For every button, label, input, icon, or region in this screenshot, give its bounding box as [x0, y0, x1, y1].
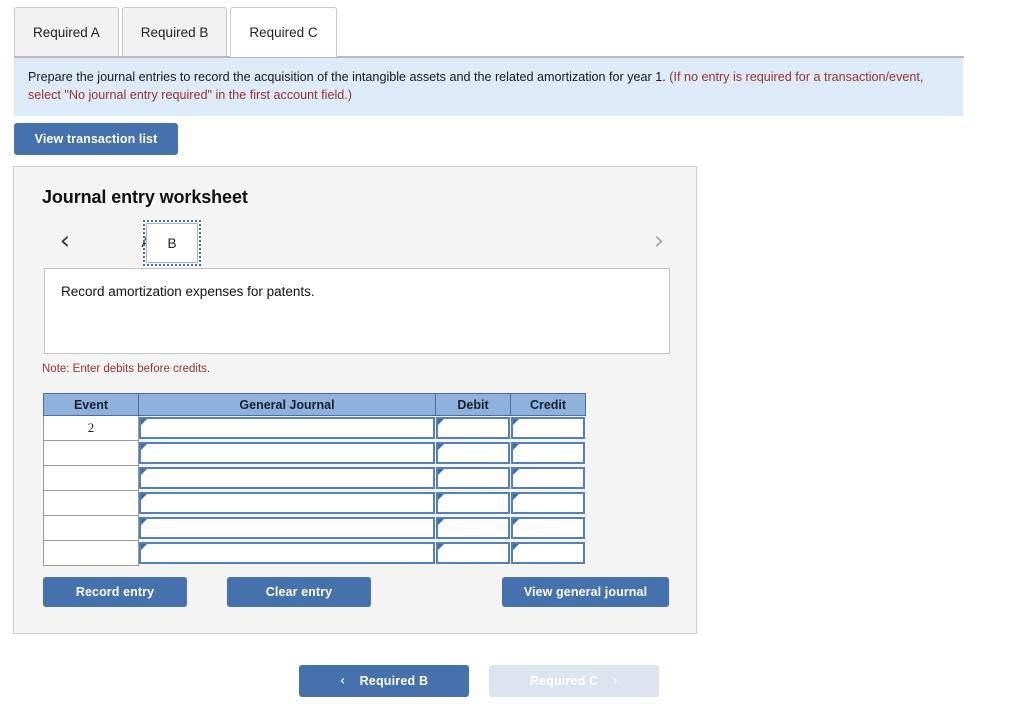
general-journal-cell[interactable]	[139, 491, 436, 516]
event-cell	[43, 440, 139, 466]
column-header-event: Event	[43, 393, 139, 416]
debit-input[interactable]	[436, 467, 510, 489]
view-general-journal-button[interactable]: View general journal	[502, 577, 669, 607]
worksheet-pager: ‹ A B ›	[42, 220, 674, 267]
instructions-main-text: Prepare the journal entries to record th…	[28, 70, 666, 84]
general-journal-select[interactable]	[139, 417, 435, 439]
journal-entry-worksheet-panel: Journal entry worksheet ‹ A B › Record a…	[13, 166, 697, 634]
event-cell	[43, 465, 139, 491]
debit-cell[interactable]	[436, 491, 511, 516]
debit-input[interactable]	[436, 542, 510, 564]
table-row	[43, 440, 586, 466]
credit-input[interactable]	[511, 542, 585, 564]
debit-input[interactable]	[436, 442, 510, 464]
credit-input[interactable]	[511, 417, 585, 439]
nav-next-required-c-button: Required C ›	[489, 665, 659, 697]
table-row	[43, 540, 586, 566]
debit-input[interactable]	[436, 517, 510, 539]
credit-cell[interactable]	[511, 441, 586, 466]
view-transaction-list-button[interactable]: View transaction list	[14, 123, 178, 155]
credit-cell[interactable]	[511, 541, 586, 566]
tab-required-a[interactable]: Required A	[14, 7, 119, 57]
general-journal-cell[interactable]	[139, 466, 436, 491]
table-header-row: Event General Journal Debit Credit	[43, 393, 586, 416]
pager-item-b[interactable]: B	[143, 220, 201, 266]
tab-required-b[interactable]: Required B	[121, 7, 228, 57]
table-row	[43, 465, 586, 491]
column-header-debit: Debit	[435, 393, 511, 416]
general-journal-cell[interactable]	[139, 541, 436, 566]
debit-input[interactable]	[436, 417, 510, 439]
column-header-credit: Credit	[510, 393, 586, 416]
clear-entry-button[interactable]: Clear entry	[227, 577, 371, 607]
general-journal-select[interactable]	[139, 442, 435, 464]
credit-cell[interactable]	[511, 491, 586, 516]
credit-input[interactable]	[511, 517, 585, 539]
entry-description-box: Record amortization expenses for patents…	[44, 268, 670, 354]
nav-previous-required-b-button[interactable]: ‹ Required B	[299, 665, 469, 697]
debit-cell[interactable]	[436, 541, 511, 566]
event-cell: 2	[43, 415, 139, 441]
credit-cell[interactable]	[511, 416, 586, 441]
instructions-banner: Prepare the journal entries to record th…	[14, 58, 963, 116]
worksheet-title: Journal entry worksheet	[42, 187, 248, 207]
required-tabs: Required A Required B Required C	[14, 7, 964, 58]
chevron-right-icon[interactable]: ›	[646, 226, 672, 256]
event-cell	[43, 540, 139, 566]
general-journal-cell[interactable]	[139, 516, 436, 541]
credit-cell[interactable]	[511, 466, 586, 491]
general-journal-select[interactable]	[139, 492, 435, 514]
credit-input[interactable]	[511, 492, 585, 514]
entry-description-text: Record amortization expenses for patents…	[61, 284, 315, 299]
chevron-right-icon: ›	[612, 673, 619, 689]
debit-cell[interactable]	[436, 441, 511, 466]
credit-input[interactable]	[511, 467, 585, 489]
column-header-general-journal: General Journal	[138, 393, 436, 416]
table-row	[43, 490, 586, 516]
chevron-left-icon: ‹	[339, 673, 346, 689]
chevron-left-icon[interactable]: ‹	[52, 226, 78, 256]
debit-cell[interactable]	[436, 516, 511, 541]
general-journal-select[interactable]	[139, 467, 435, 489]
credit-cell[interactable]	[511, 516, 586, 541]
journal-entry-table: Event General Journal Debit Credit 2	[43, 393, 586, 566]
event-cell	[43, 515, 139, 541]
debits-before-credits-note: Note: Enter debits before credits.	[42, 363, 211, 375]
general-journal-cell[interactable]	[139, 441, 436, 466]
general-journal-select[interactable]	[139, 517, 435, 539]
journal-table-body: 2	[43, 415, 586, 566]
general-journal-select[interactable]	[139, 542, 435, 564]
table-row: 2	[43, 415, 586, 441]
nav-prev-label: Required B	[359, 674, 429, 688]
credit-input[interactable]	[511, 442, 585, 464]
table-row	[43, 515, 586, 541]
general-journal-cell[interactable]	[139, 416, 436, 441]
debit-cell[interactable]	[436, 416, 511, 441]
debit-cell[interactable]	[436, 466, 511, 491]
page-root: Required A Required B Required C Prepare…	[0, 0, 1024, 728]
nav-next-label: Required C	[529, 674, 599, 688]
record-entry-button[interactable]: Record entry	[43, 577, 187, 607]
event-cell	[43, 490, 139, 516]
debit-input[interactable]	[436, 492, 510, 514]
tab-required-c[interactable]: Required C	[230, 7, 337, 57]
